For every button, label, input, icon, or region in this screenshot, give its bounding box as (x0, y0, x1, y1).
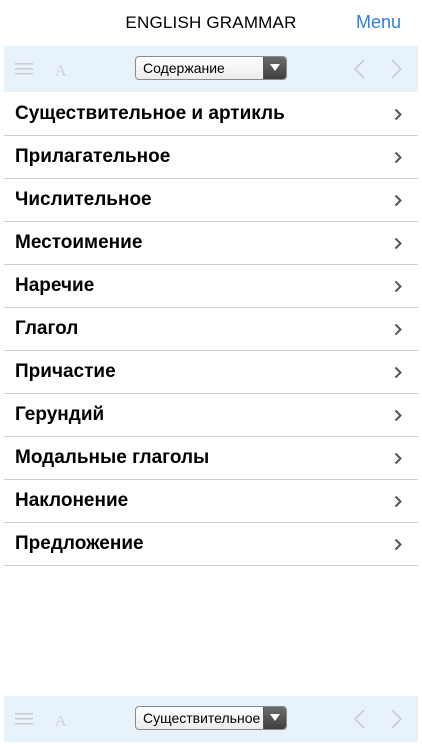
font-size-icon[interactable]: A (50, 57, 74, 81)
list-item-label: Прилагательное (15, 146, 171, 167)
list-item-label: Числительное (15, 189, 152, 210)
list-item-label: Наклонение (15, 490, 129, 511)
list-item-label: Герундий (15, 404, 105, 425)
chapter-select-value: Содержание (143, 60, 225, 76)
list-item-label: Существительное и артикль (15, 103, 285, 124)
list-item[interactable]: Прилагательное (4, 136, 418, 179)
forward-arrow-icon[interactable] (384, 57, 408, 81)
chevron-right-icon (394, 108, 402, 121)
chevron-right-icon (394, 409, 402, 422)
list-item[interactable]: Местоимение (4, 222, 418, 265)
chevron-right-icon (394, 452, 402, 465)
chapter-select-value: Существительное (143, 710, 261, 726)
chevron-right-icon (394, 323, 402, 336)
navigation-bar: ENGLISH GRAMMAR Menu (0, 0, 422, 44)
chevron-down-icon (263, 707, 286, 729)
list-item[interactable]: Числительное (4, 179, 418, 222)
contents-list: Существительное и артикль Прилагательное… (4, 93, 418, 566)
list-item[interactable]: Предложение (4, 523, 418, 566)
chevron-right-icon (394, 495, 402, 508)
list-item-label: Глагол (15, 318, 79, 339)
chevron-right-icon (394, 538, 402, 551)
forward-arrow-icon[interactable] (384, 707, 408, 731)
list-icon[interactable] (12, 57, 36, 81)
list-item[interactable]: Наречие (4, 265, 418, 308)
list-icon[interactable] (12, 707, 36, 731)
app-screen: ENGLISH GRAMMAR Menu A Содержание Сущест… (0, 0, 422, 750)
list-item[interactable]: Причастие (4, 351, 418, 394)
list-item[interactable]: Наклонение (4, 480, 418, 523)
chevron-right-icon (394, 151, 402, 164)
svg-text:A: A (55, 713, 67, 730)
menu-button[interactable]: Menu (356, 12, 401, 33)
bottom-toolbar: A Существительное (4, 696, 418, 742)
svg-text:A: A (55, 63, 67, 80)
list-item-label: Модальные глаголы (15, 447, 210, 468)
list-item-label: Наречие (15, 275, 95, 296)
back-arrow-icon[interactable] (348, 57, 372, 81)
chevron-down-icon (263, 57, 286, 79)
chapter-select[interactable]: Существительное (135, 706, 287, 730)
chapter-select[interactable]: Содержание (135, 56, 287, 80)
list-item-label: Местоимение (15, 232, 143, 253)
chevron-right-icon (394, 237, 402, 250)
back-arrow-icon[interactable] (348, 707, 372, 731)
chevron-right-icon (394, 280, 402, 293)
list-item[interactable]: Глагол (4, 308, 418, 351)
list-item[interactable]: Модальные глаголы (4, 437, 418, 480)
list-item[interactable]: Герундий (4, 394, 418, 437)
list-item-label: Причастие (15, 361, 116, 382)
chevron-right-icon (394, 366, 402, 379)
chevron-right-icon (394, 194, 402, 207)
list-item-label: Предложение (15, 533, 144, 554)
list-item[interactable]: Существительное и артикль (4, 93, 418, 136)
top-toolbar: A Содержание (4, 46, 418, 92)
font-size-icon[interactable]: A (50, 707, 74, 731)
